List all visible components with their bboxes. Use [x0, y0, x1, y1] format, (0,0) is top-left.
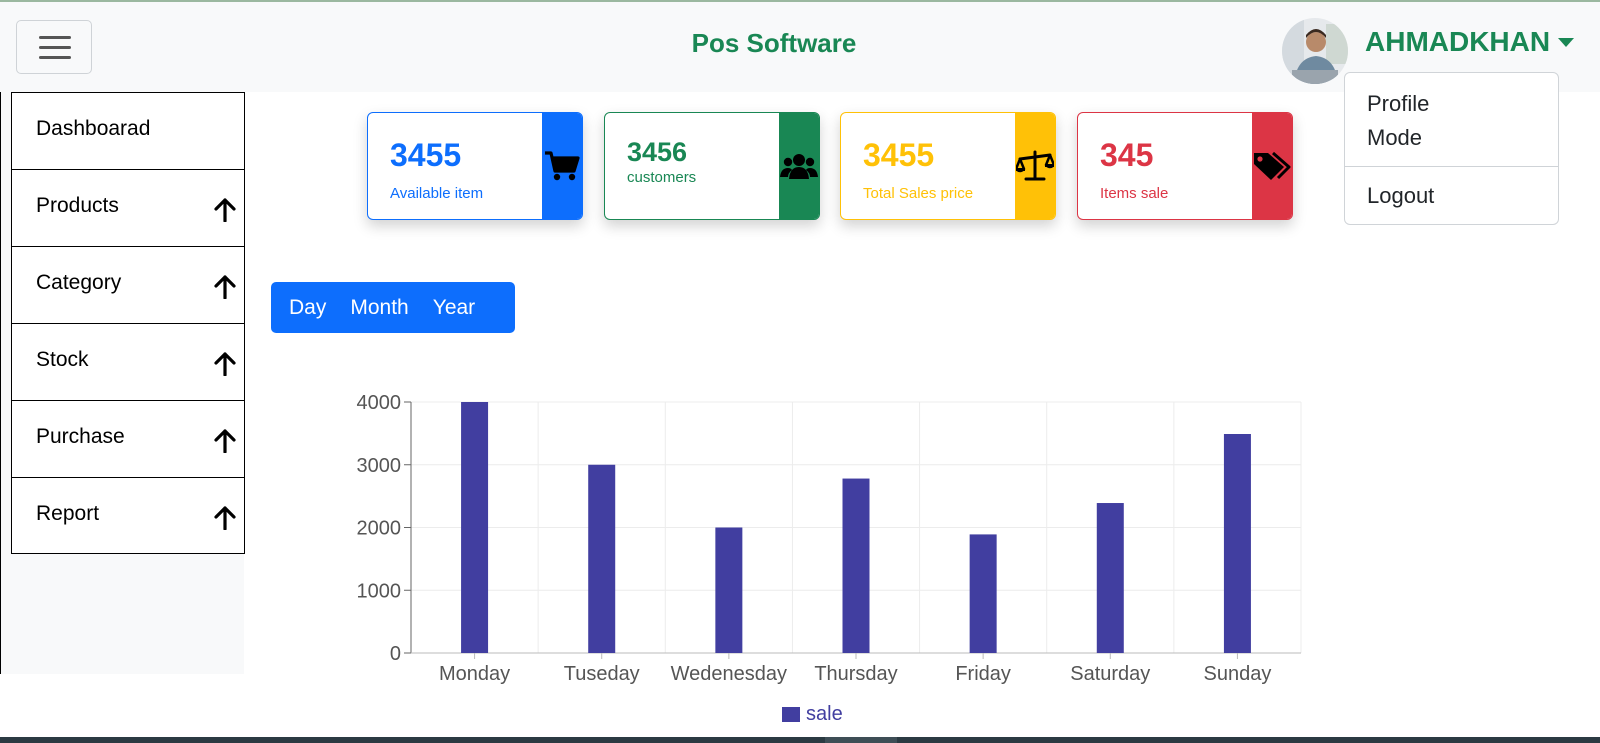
y-tick-label: 4000 — [357, 392, 402, 414]
stat-card[interactable]: 3456 customers — [604, 112, 820, 220]
cart-icon — [542, 113, 582, 219]
menu-item-profile[interactable]: Profile — [1367, 91, 1429, 117]
user-dropdown-menu: Profile Mode Logout — [1344, 72, 1559, 225]
menu-item-mode[interactable]: Mode — [1367, 125, 1422, 151]
x-tick-label: Saturday — [1070, 663, 1150, 685]
bar-monday — [461, 402, 489, 653]
app-window: Pos Software AHMADKHAN Profile Mode Logo… — [0, 0, 1600, 743]
avatar[interactable] — [1282, 18, 1348, 84]
balance-scale-icon — [1015, 113, 1055, 219]
x-tick-label: Friday — [955, 663, 1011, 685]
x-tick-label: Sunday — [1204, 663, 1272, 685]
username: AHMADKHAN — [1365, 26, 1551, 57]
y-tick-label: 0 — [390, 643, 401, 665]
bar-sunday — [1223, 434, 1251, 653]
menu-item-logout[interactable]: Logout — [1367, 183, 1434, 209]
legend-label: sale — [806, 703, 843, 725]
sidebar-item-label: Purchase — [36, 425, 125, 448]
x-tick-label: Monday — [439, 663, 510, 685]
y-tick-label: 2000 — [357, 518, 402, 540]
stat-card-label: Available item — [390, 185, 484, 202]
sidebar-item-label: Dashboarad — [36, 117, 151, 140]
arrow-up-icon — [214, 198, 236, 223]
bar-saturday — [1096, 503, 1124, 653]
sidebar-item-products[interactable]: Products — [12, 169, 244, 246]
period-button-group: Day Month Year — [271, 282, 515, 333]
period-button-day[interactable]: Day — [289, 296, 326, 320]
caret-down-icon — [1558, 37, 1575, 47]
sidebar-nav: Dashboarad Products Category Stock Purchase R… — [11, 92, 245, 554]
sidebar-item-purchase[interactable]: Purchase — [12, 400, 244, 477]
stat-card[interactable]: 3455 Total Sales price — [840, 112, 1056, 220]
arrow-up-icon — [214, 275, 236, 300]
user-menu-toggle[interactable]: AHMADKHAN — [1365, 26, 1575, 58]
stat-card-value: 3456 — [627, 137, 688, 167]
bar-friday — [969, 534, 997, 653]
sidebar-item-label: Category — [36, 271, 122, 294]
horizontal-scrollbar[interactable] — [0, 737, 1600, 743]
sidebar-item-label: Products — [36, 194, 119, 217]
sidebar-item-label: Stock — [36, 348, 89, 371]
menu-divider — [1345, 166, 1558, 167]
x-tick-label: Thursday — [814, 663, 897, 685]
stat-card[interactable]: 345 Items sale — [1077, 112, 1293, 220]
stat-card-label: Total Sales price — [863, 185, 974, 202]
x-tick-label: Wedenesday — [671, 663, 787, 685]
sidebar-item-stock[interactable]: Stock — [12, 323, 244, 400]
y-tick-label: 3000 — [357, 455, 402, 477]
bar-thursday — [842, 478, 870, 653]
sidebar-item-category[interactable]: Category — [12, 246, 244, 323]
stat-card[interactable]: 3455 Available item — [367, 112, 583, 220]
bar-tuseday — [588, 464, 616, 653]
period-button-month[interactable]: Month — [350, 296, 408, 320]
scrollbar-thumb[interactable] — [825, 737, 897, 743]
arrow-up-icon — [214, 429, 236, 454]
arrow-up-icon — [214, 506, 236, 531]
y-tick-label: 1000 — [357, 580, 402, 602]
stat-card-label: Items sale — [1100, 185, 1169, 202]
sales-bar-chart: 0 1000 2000 3000 4000 Monday Tuseday Wedenesday… — [357, 392, 1302, 725]
sidebar-item-dashboarad[interactable]: Dashboarad — [12, 92, 244, 169]
legend-swatch — [782, 707, 800, 722]
period-button-year[interactable]: Year — [433, 296, 475, 320]
sidebar: Dashboarad Products Category Stock Purchase R… — [0, 92, 245, 674]
bar-wedenesday — [715, 527, 743, 653]
sidebar-item-report[interactable]: Report — [12, 477, 244, 554]
arrow-up-icon — [214, 352, 236, 377]
stat-card-value: 3455 — [390, 137, 462, 173]
stat-card-value: 3455 — [863, 137, 935, 173]
stat-card-value: 345 — [1100, 137, 1154, 173]
users-icon — [779, 113, 819, 219]
stat-card-label: customers — [627, 169, 697, 186]
tags-icon — [1252, 113, 1292, 219]
x-tick-label: Tuseday — [564, 663, 640, 685]
sidebar-item-label: Report — [36, 502, 100, 525]
